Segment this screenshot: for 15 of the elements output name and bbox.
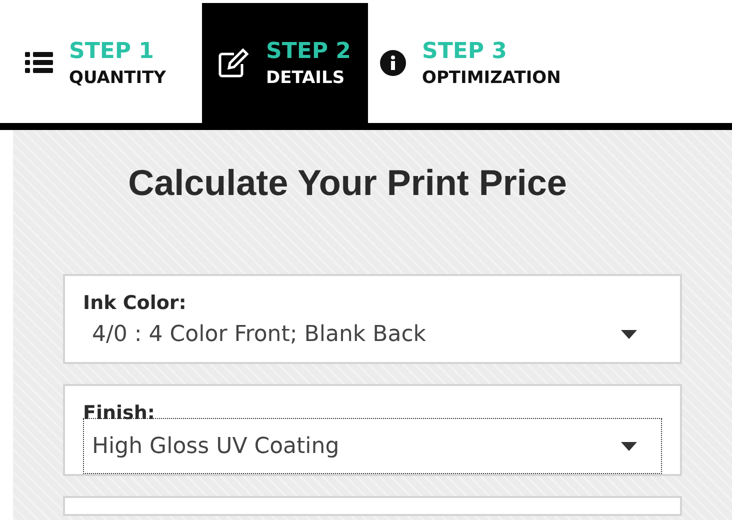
caret-icon: [621, 442, 637, 450]
select-field[interactable]: High Gloss UV Coating: [83, 418, 662, 474]
info-icon: [380, 50, 406, 76]
step-number: STEP 1: [69, 38, 155, 64]
step-tab[interactable]: STEP 2 DETAILS: [202, 3, 368, 123]
step-label: OPTIMIZATION: [422, 68, 561, 88]
caret-icon: [621, 330, 637, 338]
step-number: STEP 3: [422, 38, 508, 64]
edit-icon: [218, 48, 250, 78]
step-label: DETAILS: [266, 68, 346, 88]
page-title: Calculate Your Print Price: [127, 162, 568, 204]
list-icon: [25, 52, 53, 74]
field-label: Ink Color:: [83, 292, 188, 314]
step-number: STEP 2: [266, 38, 351, 64]
step-label: QUANTITY: [69, 68, 166, 88]
